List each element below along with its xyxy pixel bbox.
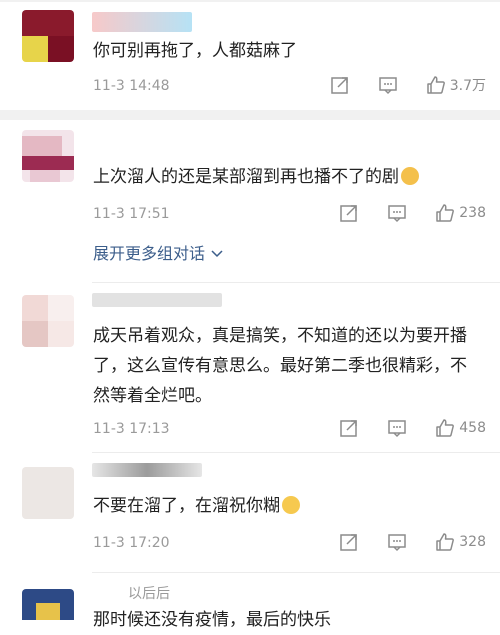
share-icon: [330, 77, 348, 94]
crying-face-emoji: [282, 496, 300, 514]
share-button[interactable]: [339, 532, 359, 552]
thumbs-up-icon: [436, 533, 455, 551]
avatar[interactable]: [22, 467, 74, 519]
comment-text: 成天吊着观众，真是搞笑，不知道的还以为要开播了，这么宣传有意思么。最好第二季也很…: [93, 326, 467, 406]
comment-button[interactable]: [387, 203, 407, 223]
like-button[interactable]: 328: [435, 532, 486, 552]
comment-button[interactable]: [387, 532, 407, 552]
like-button[interactable]: 238: [435, 203, 486, 223]
username[interactable]: [92, 293, 222, 307]
comment-time: 11-3 14:48: [93, 78, 170, 94]
thumbs-up-icon: [436, 419, 455, 437]
dog-face-emoji: [401, 167, 419, 185]
comment-time: 11-3 17:13: [93, 421, 170, 437]
comment-item: 成天吊着观众，真是搞笑，不知道的还以为要开播了，这么宣传有意思么。最好第二季也很…: [0, 285, 500, 450]
comment-icon: [388, 534, 407, 552]
comment-button[interactable]: [378, 75, 398, 95]
comment-time: 11-3 17:51: [93, 206, 170, 222]
comment-actions: 328: [339, 529, 486, 555]
comment-divider: [92, 282, 500, 283]
share-icon: [340, 534, 358, 551]
like-count: 238: [459, 205, 486, 221]
share-button[interactable]: [339, 203, 359, 223]
comment-actions: 458: [339, 415, 486, 441]
like-button[interactable]: 458: [435, 418, 486, 438]
thumbs-up-icon: [436, 204, 455, 222]
avatar[interactable]: [22, 295, 74, 347]
comment-item: 以后后 那时候还没有疫情，最后的快乐: [0, 575, 500, 630]
expand-conversation-link[interactable]: 展开更多组对话: [93, 240, 224, 264]
avatar[interactable]: [22, 130, 74, 182]
comment-time: 11-3 17:20: [93, 535, 170, 551]
section-separator: [0, 110, 500, 120]
like-count: 328: [459, 534, 486, 550]
avatar[interactable]: [22, 589, 74, 620]
comment-icon: [388, 420, 407, 438]
comment-divider: [92, 572, 500, 573]
thumbs-up-icon: [426, 76, 445, 94]
comment-actions: 238: [339, 200, 486, 226]
like-button[interactable]: 3.7万: [426, 75, 486, 95]
share-button[interactable]: [339, 418, 359, 438]
comment-item: 上次溜人的还是某部溜到再也播不了的剧 11-3 17:51 238 展开更多组对…: [0, 120, 500, 280]
comment-icon: [378, 77, 397, 95]
like-count: 3.7万: [449, 78, 486, 94]
share-button[interactable]: [330, 75, 350, 95]
chevron-down-icon: [211, 250, 223, 258]
comment-text: 那时候还没有疫情，最后的快乐: [93, 610, 331, 630]
comment-item: 不要在溜了，在溜祝你糊 11-3 17:20 328: [0, 455, 500, 570]
avatar[interactable]: [22, 10, 74, 62]
username[interactable]: [92, 12, 192, 32]
comment-actions: 3.7万: [330, 72, 486, 98]
username-partial[interactable]: 以后后: [128, 583, 170, 603]
like-count: 458: [459, 420, 486, 436]
comment-divider: [92, 452, 500, 453]
comment-item: 你可别再拖了，人都菇麻了 11-3 14:48 3.7万: [0, 0, 500, 110]
share-icon: [340, 420, 358, 437]
comment-text: 上次溜人的还是某部溜到再也播不了的剧: [93, 162, 478, 192]
comment-text: 你可别再拖了，人都菇麻了: [93, 41, 297, 61]
share-icon: [340, 205, 358, 222]
comment-text: 不要在溜了，在溜祝你糊: [93, 491, 478, 521]
comment-button[interactable]: [387, 418, 407, 438]
username[interactable]: [92, 463, 202, 477]
comment-icon: [388, 205, 407, 223]
